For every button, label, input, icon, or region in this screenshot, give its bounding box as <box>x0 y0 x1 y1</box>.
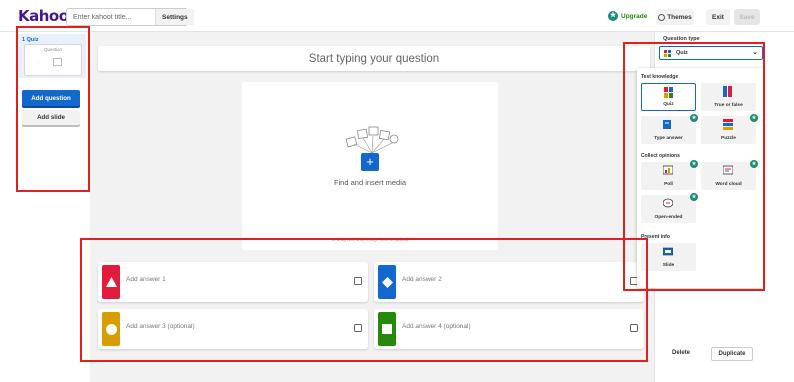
annotation-box-sidebar <box>16 26 90 192</box>
themes-button[interactable]: Themes <box>656 9 694 25</box>
insert-media-button[interactable]: + <box>361 153 379 171</box>
save-button[interactable]: Save <box>734 9 760 25</box>
delete-button[interactable]: Delete <box>672 350 690 356</box>
kahoot-title-input[interactable] <box>67 13 155 21</box>
annotation-box-answers <box>80 238 648 362</box>
media-label: Find and insert media <box>333 178 407 187</box>
duplicate-button[interactable]: Duplicate <box>711 347 753 361</box>
media-illustration-icon <box>345 126 399 154</box>
settings-button[interactable]: Settings <box>155 9 194 25</box>
top-bar: Kahoot! Settings ★ Upgrade Themes Exit S… <box>0 0 794 32</box>
palette-icon <box>658 13 666 21</box>
annotation-box-question-type <box>623 42 765 291</box>
exit-button[interactable]: Exit <box>706 9 730 25</box>
question-field <box>98 46 650 71</box>
question-input[interactable] <box>98 46 650 71</box>
title-field: Settings <box>66 8 194 26</box>
upgrade-label: Upgrade <box>621 12 648 20</box>
themes-label: Themes <box>667 13 692 21</box>
media-dropzone[interactable]: + Find and insert media or drag and drop… <box>242 82 498 250</box>
star-icon: ★ <box>608 11 618 21</box>
upgrade-link[interactable]: ★ Upgrade <box>608 11 647 21</box>
